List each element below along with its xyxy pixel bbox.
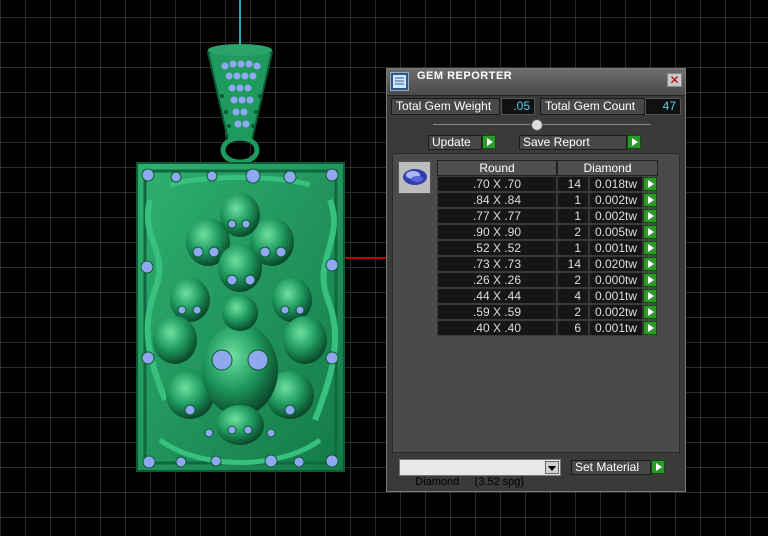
row-select-arrow-icon[interactable] (643, 305, 657, 319)
gem-count: 1 (557, 240, 589, 256)
update-button[interactable]: Update (428, 135, 482, 150)
set-material-button[interactable]: Set Material (571, 460, 651, 475)
gem-weight: 0.005tw (589, 224, 643, 240)
gem-weight: 0.001tw (589, 240, 643, 256)
material-select-value: Diamond (3.52 spg) (415, 476, 525, 488)
gem-size: .90 X .90 (437, 224, 557, 240)
table-row: .77 X .77 1 0.002tw (393, 208, 693, 224)
gem-weight: 0.002tw (589, 304, 643, 320)
gem-reporter-icon (390, 72, 409, 91)
title-bar[interactable]: GEM REPORTER ✕ (387, 69, 685, 96)
gem-count: 6 (557, 320, 589, 336)
total-gem-weight-label: Total Gem Weight (391, 98, 500, 115)
column-header-material: Diamond (557, 160, 658, 176)
chevron-down-icon[interactable] (545, 461, 559, 474)
gem-size: .84 X .84 (437, 192, 557, 208)
gem-size: .26 X .26 (437, 272, 557, 288)
update-arrow-icon[interactable] (482, 135, 496, 149)
table-row: .40 X .40 6 0.001tw (393, 320, 693, 336)
gem-count: 2 (557, 272, 589, 288)
gem-weight: 0.002tw (589, 192, 643, 208)
save-report-arrow-icon[interactable] (627, 135, 641, 149)
gem-count: 2 (557, 224, 589, 240)
gem-count: 4 (557, 288, 589, 304)
gem-size: .73 X .73 (437, 256, 557, 272)
gem-weight: 0.002tw (589, 208, 643, 224)
row-select-arrow-icon[interactable] (643, 177, 657, 191)
table-row: .52 X .52 1 0.001tw (393, 240, 693, 256)
row-select-arrow-icon[interactable] (643, 225, 657, 239)
total-gem-count-label: Total Gem Count (540, 98, 645, 115)
gem-size: .77 X .77 (437, 208, 557, 224)
table-row: .70 X .70 14 0.018tw (393, 176, 693, 192)
row-select-arrow-icon[interactable] (643, 209, 657, 223)
gem-weight: 0.018tw (589, 176, 643, 192)
row-select-arrow-icon[interactable] (643, 289, 657, 303)
row-select-arrow-icon[interactable] (643, 193, 657, 207)
gem-weight: 0.001tw (589, 320, 643, 336)
row-select-arrow-icon[interactable] (643, 273, 657, 287)
table-row: .90 X .90 2 0.005tw (393, 224, 693, 240)
gem-size: .44 X .44 (437, 288, 557, 304)
gem-weight: 0.000tw (589, 272, 643, 288)
total-gem-weight-value: .05 (501, 98, 535, 115)
gem-weight: 0.001tw (589, 288, 643, 304)
gem-size: .40 X .40 (437, 320, 557, 336)
table-row: .84 X .84 1 0.002tw (393, 192, 693, 208)
column-header-shape: Round (437, 160, 557, 176)
gem-results-area: Round Diamond .70 X .70 14 0.018tw .84 X… (392, 153, 680, 453)
table-row: .44 X .44 4 0.001tw (393, 288, 693, 304)
gem-count: 14 (557, 176, 589, 192)
close-icon[interactable]: ✕ (667, 73, 682, 87)
material-select[interactable]: Diamond (3.52 spg) (399, 459, 561, 488)
gem-count: 1 (557, 208, 589, 224)
save-report-button[interactable]: Save Report (519, 135, 627, 150)
total-gem-count-value: 47 (645, 98, 681, 115)
row-select-arrow-icon[interactable] (643, 257, 657, 271)
gem-size: .59 X .59 (437, 304, 557, 320)
gem-reporter-panel: GEM REPORTER ✕ Total Gem Weight .05 Tota… (386, 68, 686, 492)
gem-count: 14 (557, 256, 589, 272)
gem-weight: 0.020tw (589, 256, 643, 272)
table-row: .73 X .73 14 0.020tw (393, 256, 693, 272)
row-select-arrow-icon[interactable] (643, 321, 657, 335)
panel-title: GEM REPORTER (417, 70, 513, 82)
table-row: .59 X .59 2 0.002tw (393, 304, 693, 320)
slider-thumb[interactable] (531, 119, 543, 131)
gem-count: 2 (557, 304, 589, 320)
row-select-arrow-icon[interactable] (643, 241, 657, 255)
table-row: .26 X .26 2 0.000tw (393, 272, 693, 288)
gem-size: .52 X .52 (437, 240, 557, 256)
set-material-arrow-icon[interactable] (651, 460, 665, 474)
gem-size: .70 X .70 (437, 176, 557, 192)
gem-count: 1 (557, 192, 589, 208)
